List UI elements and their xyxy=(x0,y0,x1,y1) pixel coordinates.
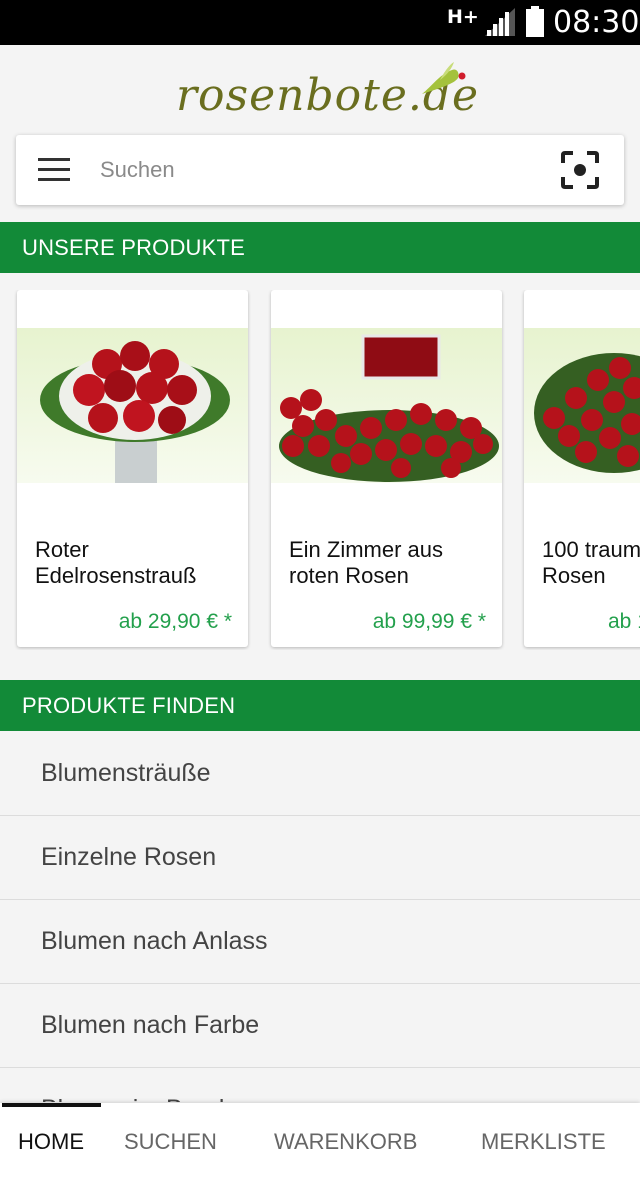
network-type: H+ xyxy=(447,6,479,28)
tab-wishlist[interactable]: MERKLISTE xyxy=(481,1103,606,1181)
product-price: ab 99,99 € * xyxy=(372,610,486,633)
product-card[interactable]: Roter Edelrosenstrauß ab 29,90 € * xyxy=(17,290,248,647)
product-title: Roter Edelrosenstrauß xyxy=(35,537,197,588)
product-card[interactable]: 100 traumhafte Rosen ab 1 xyxy=(524,290,640,647)
product-price: ab 29,90 € * xyxy=(118,610,232,633)
tab-cart[interactable]: WARENKORB xyxy=(274,1103,417,1181)
product-title: 100 traumhafte Rosen xyxy=(542,537,640,588)
bottom-navigation: HOME SUCHEN WARENKORB MERKLISTE xyxy=(0,1103,640,1181)
search-bar xyxy=(16,135,624,205)
tab-home[interactable]: HOME xyxy=(18,1103,84,1181)
category-item-einzelne-rosen[interactable]: Einzelne Rosen xyxy=(0,816,640,900)
product-carousel[interactable]: Roter Edelrosenstrauß ab 29,90 € * Ein Z… xyxy=(0,290,640,650)
product-image xyxy=(524,328,640,483)
scan-icon[interactable] xyxy=(561,151,599,189)
product-price: ab 1 xyxy=(608,610,640,633)
bird-logo-icon xyxy=(422,62,466,94)
clock: 08:30 xyxy=(553,5,640,40)
category-item-blumenstraeusse[interactable]: Blumensträuße xyxy=(0,732,640,816)
tab-search[interactable]: SUCHEN xyxy=(124,1103,217,1181)
signal-icon xyxy=(485,8,515,36)
section-header-find: PRODUKTE FINDEN xyxy=(0,680,640,731)
product-image xyxy=(17,328,248,483)
category-item-im-bund[interactable]: Blumen im Bund xyxy=(0,1068,640,1102)
product-card[interactable]: Ein Zimmer aus roten Rosen ab 99,99 € * xyxy=(271,290,502,647)
status-bar: H+ 08:30 xyxy=(0,0,640,45)
section-header-products: UNSERE PRODUKTE xyxy=(0,222,640,273)
category-list: Blumensträuße Einzelne Rosen Blumen nach… xyxy=(0,732,640,1102)
menu-icon[interactable] xyxy=(38,158,70,182)
category-item-nach-farbe[interactable]: Blumen nach Farbe xyxy=(0,984,640,1068)
search-input[interactable] xyxy=(100,147,530,193)
product-title: Ein Zimmer aus roten Rosen xyxy=(289,537,444,588)
battery-icon xyxy=(526,6,544,37)
product-image xyxy=(271,328,502,483)
category-item-nach-anlass[interactable]: Blumen nach Anlass xyxy=(0,900,640,984)
